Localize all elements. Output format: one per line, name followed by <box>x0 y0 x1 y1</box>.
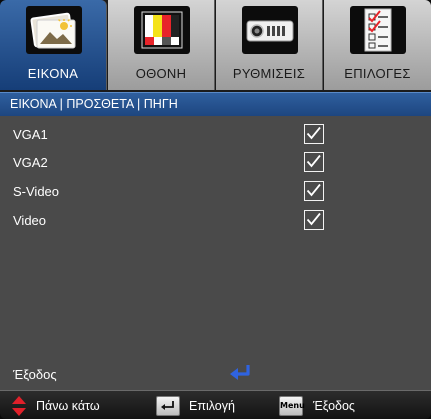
screen-color-bars-icon <box>134 6 190 54</box>
picture-icon <box>26 6 82 54</box>
checkmark-icon <box>306 126 321 140</box>
source-list: VGA1 VGA2 S-Video Video Έξοδος <box>0 116 431 390</box>
footer-help-bar: Πάνω κάτω Επιλογή Menu Έξοδος <box>0 390 431 419</box>
tab-bar: ΕΙΚΟΝΑ ΟΘΟΝΗ ΡΥΘΜΙΣΕΙΣ ΕΠΙΛΟΓΕΣ <box>0 0 431 92</box>
checkmark-icon <box>306 212 321 226</box>
tab-picture[interactable]: ΕΙΚΟΝΑ <box>0 0 107 90</box>
source-label: Video <box>13 213 47 228</box>
enter-key-icon <box>156 396 180 416</box>
checkbox[interactable] <box>304 181 324 201</box>
exit-item[interactable]: Έξοδος <box>0 362 431 388</box>
list-item-vga2[interactable]: VGA2 <box>0 150 431 176</box>
checkbox[interactable] <box>304 124 324 144</box>
tab-label: ΡΥΘΜΙΣΕΙΣ <box>232 66 306 81</box>
footer-exit: Menu Έξοδος <box>279 395 389 417</box>
list-item-video[interactable]: Video <box>0 208 431 234</box>
menu-key-icon: Menu <box>279 396 305 416</box>
checkbox[interactable] <box>304 210 324 230</box>
checkbox[interactable] <box>304 152 324 172</box>
list-item-s-video[interactable]: S-Video <box>0 179 431 205</box>
breadcrumb-text: ΕΙΚΟΝΑ | ΠΡΟΣΘΕΤΑ | ΠΗΓΗ <box>10 97 178 111</box>
osd-menu: ΕΙΚΟΝΑ ΟΘΟΝΗ ΡΥΘΜΙΣΕΙΣ ΕΠΙΛΟΓΕΣ ΕΙΚΟΝΑ |… <box>0 0 431 419</box>
menu-key-label: Menu <box>280 401 305 410</box>
source-label: VGA2 <box>13 155 48 170</box>
footer-select-label: Επιλογή <box>189 399 235 413</box>
footer-updown-label: Πάνω κάτω <box>36 399 100 413</box>
up-down-arrows-icon <box>12 396 26 416</box>
projector-icon <box>242 6 298 54</box>
exit-label: Έξοδος <box>13 367 57 382</box>
tab-screen[interactable]: ΟΘΟΝΗ <box>108 0 215 90</box>
footer-select: Επιλογή <box>156 395 266 417</box>
checklist-icon <box>350 6 406 54</box>
tab-settings[interactable]: ΡΥΘΜΙΣΕΙΣ <box>216 0 323 90</box>
checkmark-icon <box>306 154 321 168</box>
tab-label: ΕΠΙΛΟΓΕΣ <box>344 66 411 81</box>
list-item-vga1[interactable]: VGA1 <box>0 122 431 148</box>
tab-label: ΕΙΚΟΝΑ <box>27 66 79 81</box>
breadcrumb: ΕΙΚΟΝΑ | ΠΡΟΣΘΕΤΑ | ΠΗΓΗ <box>0 92 431 116</box>
enter-arrow-icon <box>230 365 250 380</box>
footer-exit-label: Έξοδος <box>313 399 355 413</box>
checkmark-icon <box>306 183 321 197</box>
tab-label: ΟΘΟΝΗ <box>135 66 187 81</box>
tab-options[interactable]: ΕΠΙΛΟΓΕΣ <box>324 0 431 90</box>
source-label: VGA1 <box>13 127 48 142</box>
source-label: S-Video <box>13 184 60 199</box>
footer-updown: Πάνω κάτω <box>10 395 130 417</box>
